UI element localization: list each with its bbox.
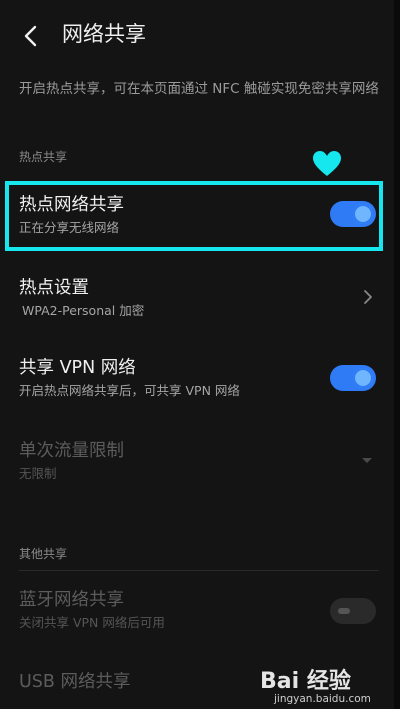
toggle-knob (353, 368, 373, 388)
hotspot-settings-title: 热点设置 (19, 278, 89, 298)
traffic-limit-subtitle: 无限制 (19, 466, 57, 481)
bluetooth-share-toggle[interactable] (330, 598, 376, 624)
bluetooth-share-title: 蓝牙网络共享 (19, 590, 124, 610)
section-label-hotspot: 热点共享 (19, 150, 68, 164)
watermark-brand: Bai 经验 (260, 669, 351, 694)
hotspot-share-row[interactable]: 热点网络共享 正在分享无线网络 (0, 185, 400, 247)
dropdown-arrow-icon (362, 458, 372, 463)
network-sharing-screen: 网络共享 开启热点共享，可在本页面通过 NFC 触碰实现免密共享网络 热点共享 … (0, 0, 400, 709)
hotspot-settings-row[interactable]: 热点设置 WPA2-Personal 加密 (0, 268, 400, 328)
vpn-share-row[interactable]: 共享 VPN 网络 开启热点网络共享后，可共享 VPN 网络 (0, 350, 400, 412)
header: 网络共享 (0, 0, 400, 70)
bluetooth-share-row[interactable]: 蓝牙网络共享 关闭共享 VPN 网络后可用 (0, 580, 400, 640)
traffic-limit-title: 单次流量限制 (19, 441, 124, 461)
chevron-right-icon (364, 290, 372, 304)
back-arrow-icon (24, 25, 37, 47)
bluetooth-share-subtitle: 关闭共享 VPN 网络后可用 (19, 615, 165, 630)
page-description: 开启热点共享，可在本页面通过 NFC 触碰实现免密共享网络 (19, 81, 379, 97)
heart-icon (313, 151, 341, 176)
toggle-knob (338, 608, 350, 614)
watermark-url: jingyan.baidu.com (274, 693, 371, 705)
section-label-other: 其他共享 (19, 547, 68, 561)
vpn-share-toggle[interactable] (330, 365, 376, 391)
usb-share-title: USB 网络共享 (19, 672, 131, 692)
hotspot-settings-subtitle: WPA2-Personal 加密 (22, 303, 145, 318)
hotspot-share-title: 热点网络共享 (19, 195, 124, 215)
page-title: 网络共享 (62, 22, 146, 46)
back-button[interactable] (12, 18, 48, 54)
hotspot-share-toggle[interactable] (330, 201, 376, 227)
hotspot-share-subtitle: 正在分享无线网络 (19, 220, 120, 235)
toggle-knob (353, 204, 373, 224)
traffic-limit-row[interactable]: 单次流量限制 无限制 (0, 433, 400, 493)
vpn-share-title: 共享 VPN 网络 (19, 358, 136, 378)
vpn-share-subtitle: 开启热点网络共享后，可共享 VPN 网络 (19, 383, 240, 398)
watermark: Bai 经验 jingyan.baidu.com (260, 663, 380, 707)
section-divider (19, 570, 379, 571)
